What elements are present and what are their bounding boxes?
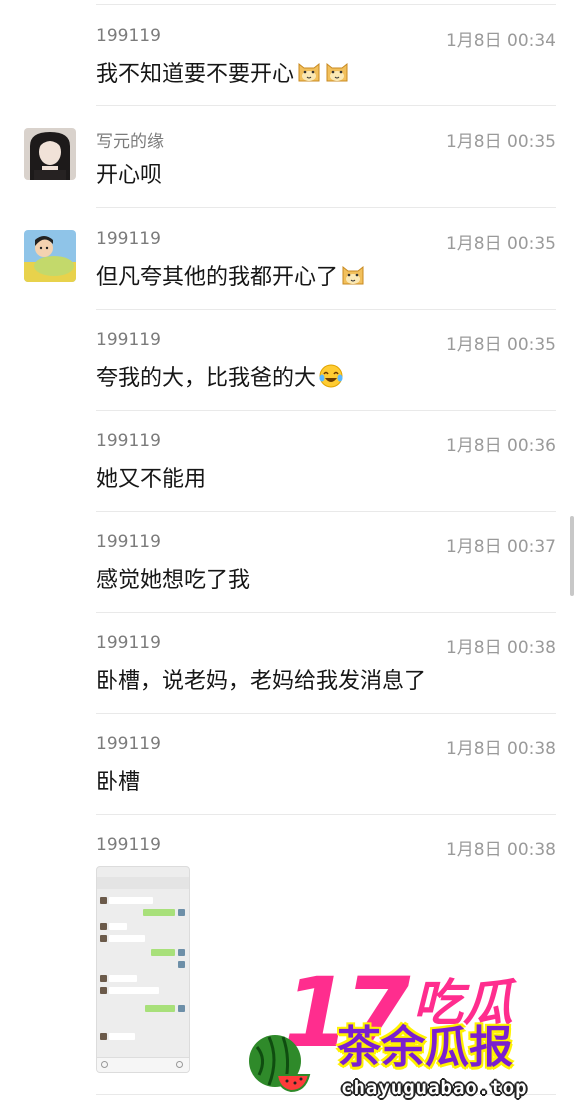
separator [96, 309, 556, 310]
message-time: 1月8日 00:38 [445, 739, 556, 759]
thumb-header [97, 877, 189, 889]
separator [96, 713, 556, 714]
message-sender: 199119 [96, 633, 161, 653]
message-time: 1月8日 00:35 [445, 335, 556, 355]
separator [96, 105, 556, 106]
message-sender: 199119 [96, 26, 161, 46]
message-text: 卧槽，说老妈，老妈给我发消息了 [96, 669, 427, 694]
message-sender: 199119 [96, 229, 161, 249]
separator [96, 207, 556, 208]
message-sender: 199119 [96, 431, 161, 451]
message-text: 我不知道要不要开心 [96, 56, 350, 88]
message-time: 1月8日 00:38 [445, 840, 556, 860]
message-time: 1月8日 00:38 [445, 638, 556, 658]
message-sender: 199119 [96, 330, 161, 350]
message-sender: 199119 [96, 532, 161, 552]
message-time: 1月8日 00:35 [445, 234, 556, 254]
doge-emoji-icon [342, 265, 364, 285]
message-time: 1月8日 00:36 [445, 436, 556, 456]
message-text-content: 夸我的大，比我爸的大 [96, 366, 317, 391]
scrollbar[interactable] [570, 516, 574, 596]
separator [96, 410, 556, 411]
doge-emoji-icon [298, 62, 320, 82]
message-text: 感觉她想吃了我 [96, 568, 251, 593]
message-time: 1月8日 00:37 [445, 537, 556, 557]
message-sender: 199119 [96, 734, 161, 754]
message-text: 卧槽 [96, 770, 141, 795]
separator [96, 814, 556, 815]
message-sender: 199119 [96, 835, 161, 855]
message-text: 但凡夸其他的我都开心了 [96, 259, 366, 291]
laugh-cry-emoji-icon [319, 364, 343, 388]
message-text: 开心呗 [96, 163, 163, 188]
watermelon-icon [249, 1035, 311, 1093]
watermark-logo: 17 吃瓜 茶余瓜报 chayuguabao.top [245, 965, 578, 1107]
message-text: 她又不能用 [96, 467, 207, 492]
avatar[interactable] [24, 230, 76, 282]
message-time: 1月8日 00:35 [445, 132, 556, 152]
doge-emoji-icon [326, 62, 348, 82]
watermark-middle-text: 茶余瓜报 [337, 1022, 513, 1073]
separator [96, 511, 556, 512]
message-time: 1月8日 00:34 [445, 31, 556, 51]
message-text-content: 但凡夸其他的我都开心了 [96, 265, 339, 290]
separator [96, 612, 556, 613]
girl-avatar-icon [24, 128, 76, 180]
message-text: 夸我的大，比我爸的大 [96, 360, 344, 392]
message-sender: 写元的缘 [96, 132, 164, 152]
avatar[interactable] [24, 128, 76, 180]
watermark-url: chayuguabao.top [341, 1077, 528, 1099]
thumb-input-bar [97, 1057, 189, 1072]
message-text-content: 我不知道要不要开心 [96, 62, 295, 87]
cartoon-avatar-icon [24, 230, 76, 282]
screenshot-image-thumbnail[interactable] [96, 866, 190, 1073]
separator [96, 4, 556, 5]
